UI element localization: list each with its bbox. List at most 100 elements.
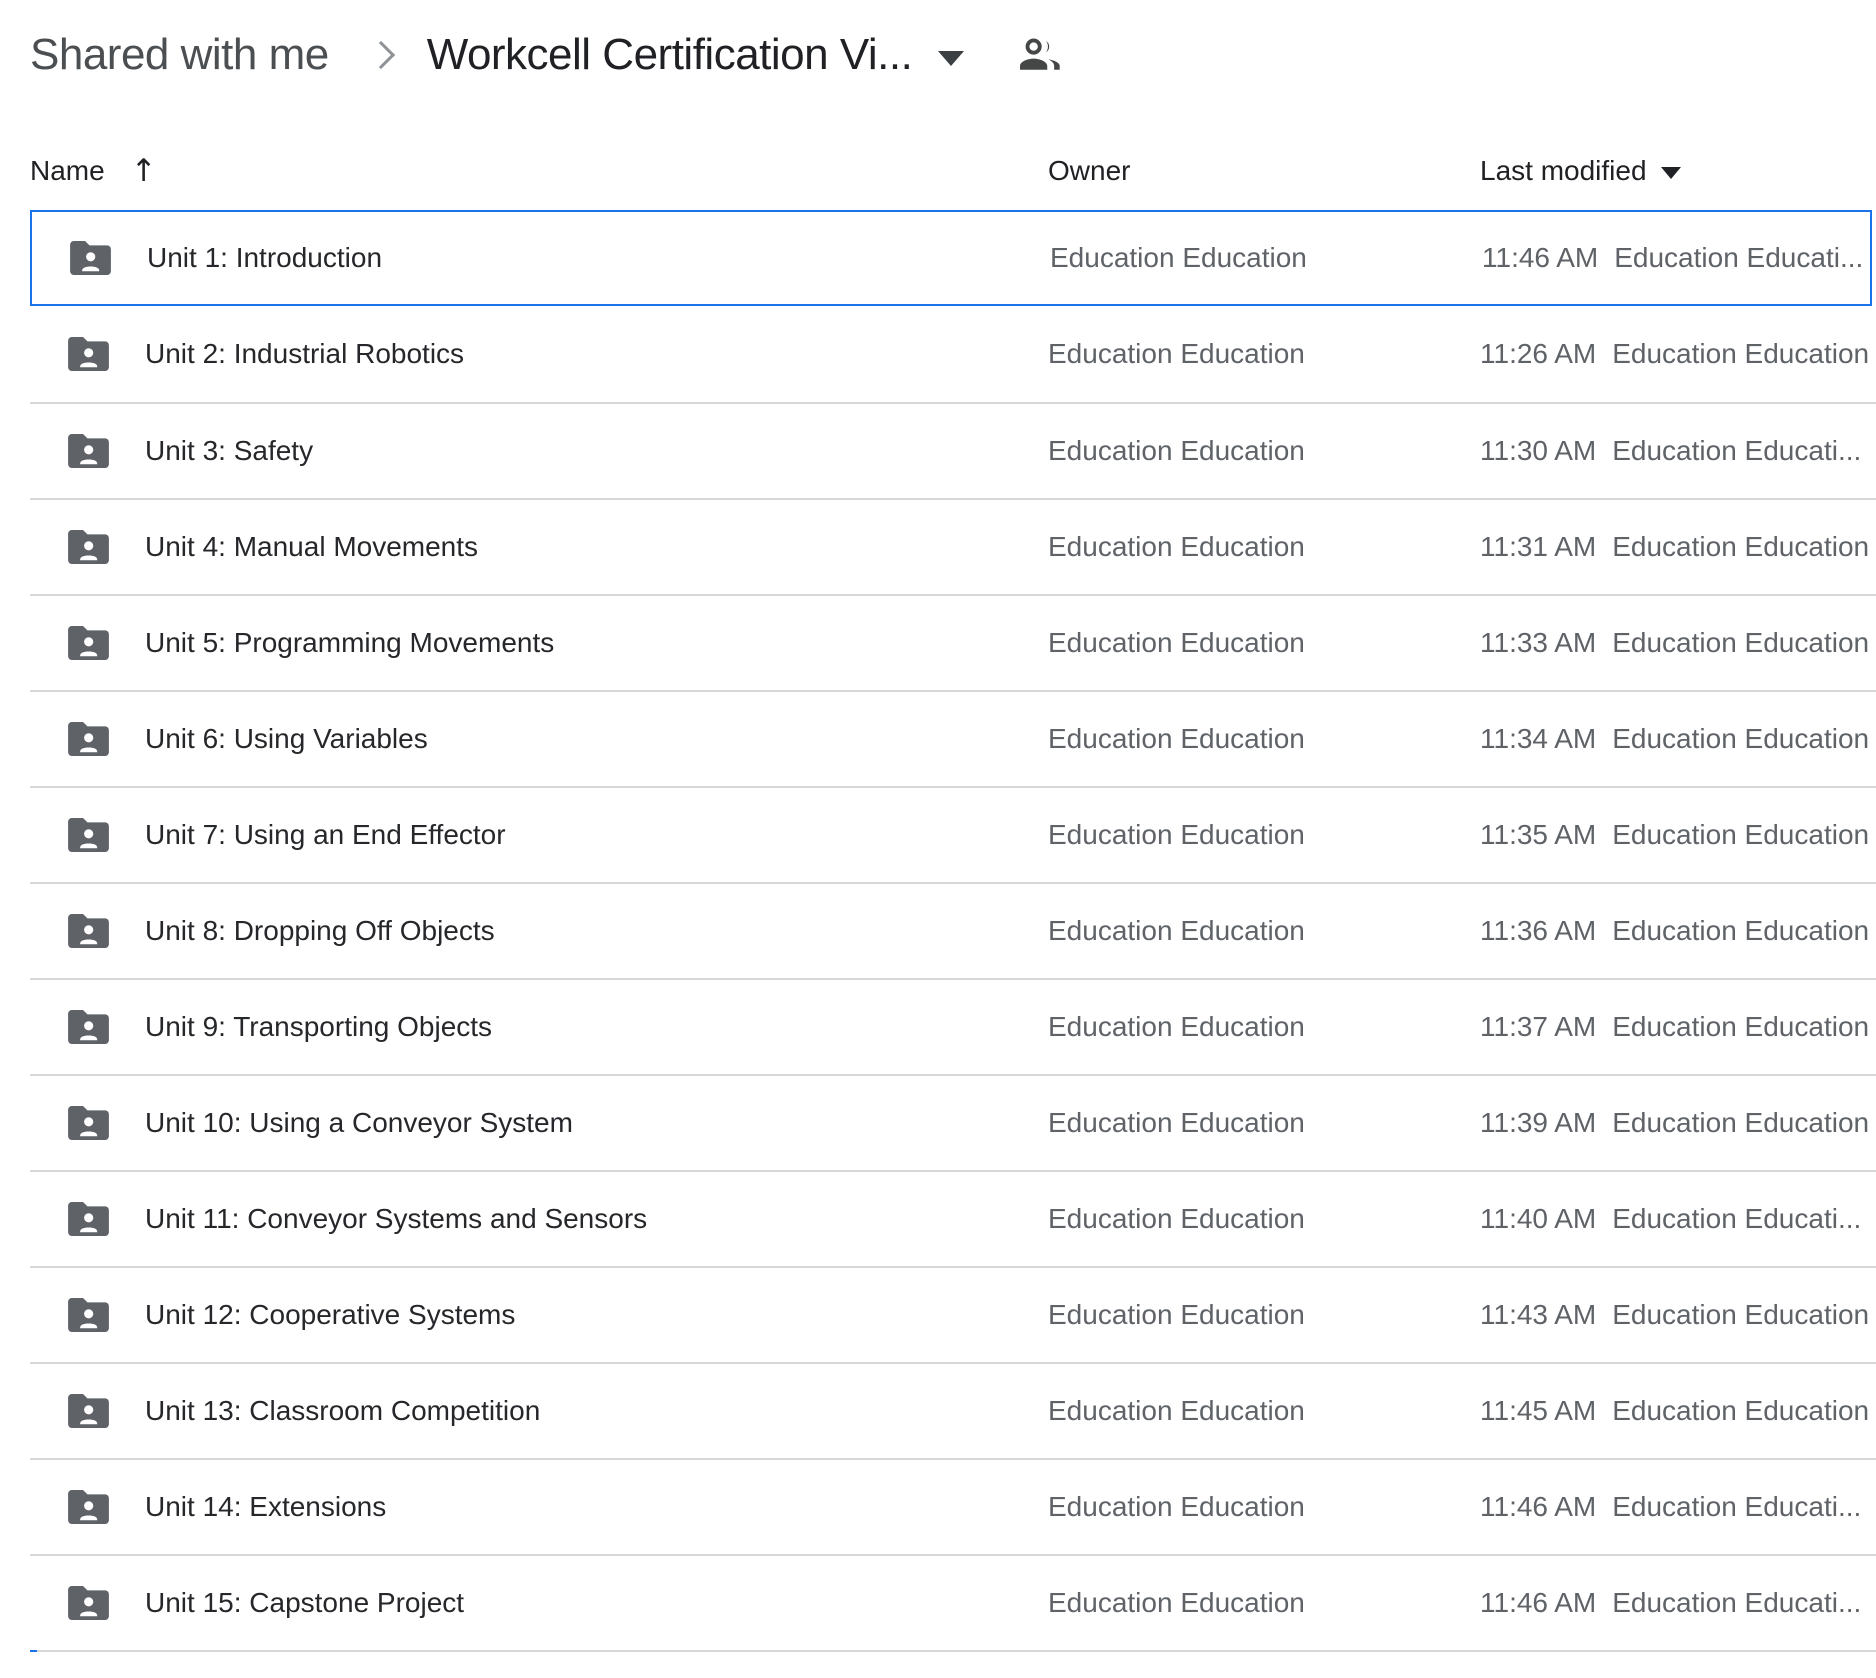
table-row[interactable]: Unit 12: Cooperative Systems Education E… — [30, 1266, 1876, 1362]
file-name: Unit 9: Transporting Objects — [145, 1011, 492, 1043]
file-last-modified: 11:34 AM Education Education — [1480, 692, 1869, 786]
modified-by: Education Education — [1612, 1107, 1869, 1139]
bottom-divider-blue-tip — [30, 1650, 37, 1652]
caret-down-icon — [1661, 167, 1681, 179]
file-name: Unit 5: Programming Movements — [145, 627, 554, 659]
breadcrumb-current-folder[interactable]: Workcell Certification Vi... — [427, 30, 913, 80]
column-header-name[interactable]: Name ↑ — [30, 140, 157, 202]
shared-folder-icon — [68, 722, 109, 756]
file-owner: Education Education — [1048, 500, 1305, 594]
file-owner: Education Education — [1048, 692, 1305, 786]
modified-by: Education Education — [1612, 819, 1869, 851]
caret-down-icon[interactable] — [938, 51, 964, 66]
modified-time: 11:37 AM — [1480, 1011, 1596, 1043]
modified-by: Education Educati... — [1614, 242, 1863, 274]
table-row[interactable]: Unit 13: Classroom Competition Education… — [30, 1362, 1876, 1458]
shared-folder-icon — [68, 337, 109, 371]
shared-folder-icon — [68, 914, 109, 948]
modified-time: 11:31 AM — [1480, 531, 1596, 563]
file-name: Unit 1: Introduction — [147, 242, 382, 274]
modified-time: 11:46 AM — [1482, 242, 1598, 274]
file-name: Unit 11: Conveyor Systems and Sensors — [145, 1203, 647, 1235]
table-row[interactable]: Unit 7: Using an End Effector Education … — [30, 786, 1876, 882]
file-name: Unit 3: Safety — [145, 435, 313, 467]
table-row[interactable]: Unit 1: Introduction Education Education… — [30, 210, 1872, 306]
shared-folder-icon — [68, 1586, 109, 1620]
shared-folder-icon — [68, 1394, 109, 1428]
modified-time: 11:40 AM — [1480, 1203, 1596, 1235]
modified-by: Education Educati... — [1612, 1491, 1861, 1523]
modified-by: Education Education — [1612, 1299, 1869, 1331]
modified-by: Education Education — [1612, 531, 1869, 563]
shared-folder-icon — [68, 434, 109, 468]
arrow-up-icon: ↑ — [131, 153, 157, 189]
table-row[interactable]: Unit 2: Industrial Robotics Education Ed… — [30, 306, 1876, 402]
file-owner: Education Education — [1048, 404, 1305, 498]
modified-by: Education Education — [1612, 915, 1869, 947]
file-owner: Education Education — [1048, 980, 1305, 1074]
table-row[interactable]: Unit 5: Programming Movements Education … — [30, 594, 1876, 690]
modified-by: Education Educati... — [1612, 1587, 1861, 1619]
file-owner: Education Education — [1048, 884, 1305, 978]
modified-time: 11:35 AM — [1480, 819, 1596, 851]
file-last-modified: 11:45 AM Education Education — [1480, 1364, 1869, 1458]
modified-time: 11:26 AM — [1480, 338, 1596, 370]
file-owner: Education Education — [1048, 1268, 1305, 1362]
shared-folder-icon — [68, 818, 109, 852]
file-name: Unit 4: Manual Movements — [145, 531, 478, 563]
shared-folder-icon — [68, 1106, 109, 1140]
table-row[interactable]: Unit 10: Using a Conveyor System Educati… — [30, 1074, 1876, 1170]
file-owner: Education Education — [1048, 1076, 1305, 1170]
chevron-right-icon — [367, 41, 395, 69]
file-name: Unit 12: Cooperative Systems — [145, 1299, 515, 1331]
file-name: Unit 7: Using an End Effector — [145, 819, 506, 851]
file-last-modified: 11:33 AM Education Education — [1480, 596, 1869, 690]
file-owner: Education Education — [1048, 1172, 1305, 1266]
modified-by: Education Education — [1612, 627, 1869, 659]
file-owner: Education Education — [1048, 1364, 1305, 1458]
table-row[interactable]: Unit 4: Manual Movements Education Educa… — [30, 498, 1876, 594]
table-row[interactable]: Unit 6: Using Variables Education Educat… — [30, 690, 1876, 786]
modified-time: 11:33 AM — [1480, 627, 1596, 659]
column-header-owner[interactable]: Owner — [1048, 140, 1130, 202]
file-last-modified: 11:26 AM Education Education — [1480, 306, 1869, 402]
column-owner-label: Owner — [1048, 155, 1130, 187]
modified-time: 11:45 AM — [1480, 1395, 1596, 1427]
breadcrumb-shared-with-me[interactable]: Shared with me — [30, 30, 329, 80]
file-owner: Education Education — [1048, 1460, 1305, 1554]
modified-by: Education Education — [1612, 338, 1869, 370]
table-row[interactable]: Unit 11: Conveyor Systems and Sensors Ed… — [30, 1170, 1876, 1266]
table-row[interactable]: Unit 3: Safety Education Education 11:30… — [30, 402, 1876, 498]
people-icon[interactable] — [1016, 32, 1062, 78]
file-last-modified: 11:37 AM Education Education — [1480, 980, 1869, 1074]
file-owner: Education Education — [1048, 596, 1305, 690]
modified-time: 11:43 AM — [1480, 1299, 1596, 1331]
shared-folder-icon — [68, 1010, 109, 1044]
table-row[interactable]: Unit 14: Extensions Education Education … — [30, 1458, 1876, 1554]
shared-folder-icon — [70, 241, 111, 275]
file-name: Unit 10: Using a Conveyor System — [145, 1107, 573, 1139]
file-name: Unit 15: Capstone Project — [145, 1587, 464, 1619]
modified-time: 11:46 AM — [1480, 1587, 1596, 1619]
column-header-last-modified[interactable]: Last modified — [1480, 140, 1681, 202]
file-last-modified: 11:46 AM Education Educati... — [1482, 212, 1863, 304]
file-last-modified: 11:43 AM Education Education — [1480, 1268, 1869, 1362]
modified-by: Education Educati... — [1612, 435, 1861, 467]
file-table-body: Unit 1: Introduction Education Education… — [30, 210, 1876, 1652]
file-last-modified: 11:36 AM Education Education — [1480, 884, 1869, 978]
table-row[interactable]: Unit 9: Transporting Objects Education E… — [30, 978, 1876, 1074]
file-owner: Education Education — [1050, 212, 1307, 304]
table-row[interactable]: Unit 8: Dropping Off Objects Education E… — [30, 882, 1876, 978]
file-last-modified: 11:40 AM Education Educati... — [1480, 1172, 1861, 1266]
file-last-modified: 11:31 AM Education Education — [1480, 500, 1869, 594]
file-owner: Education Education — [1048, 1556, 1305, 1650]
table-bottom-divider — [30, 1650, 1876, 1652]
modified-time: 11:39 AM — [1480, 1107, 1596, 1139]
modified-time: 11:30 AM — [1480, 435, 1596, 467]
modified-time: 11:46 AM — [1480, 1491, 1596, 1523]
file-last-modified: 11:35 AM Education Education — [1480, 788, 1869, 882]
shared-folder-icon — [68, 1298, 109, 1332]
table-row[interactable]: Unit 15: Capstone Project Education Educ… — [30, 1554, 1876, 1650]
file-last-modified: 11:30 AM Education Educati... — [1480, 404, 1861, 498]
file-name: Unit 6: Using Variables — [145, 723, 428, 755]
